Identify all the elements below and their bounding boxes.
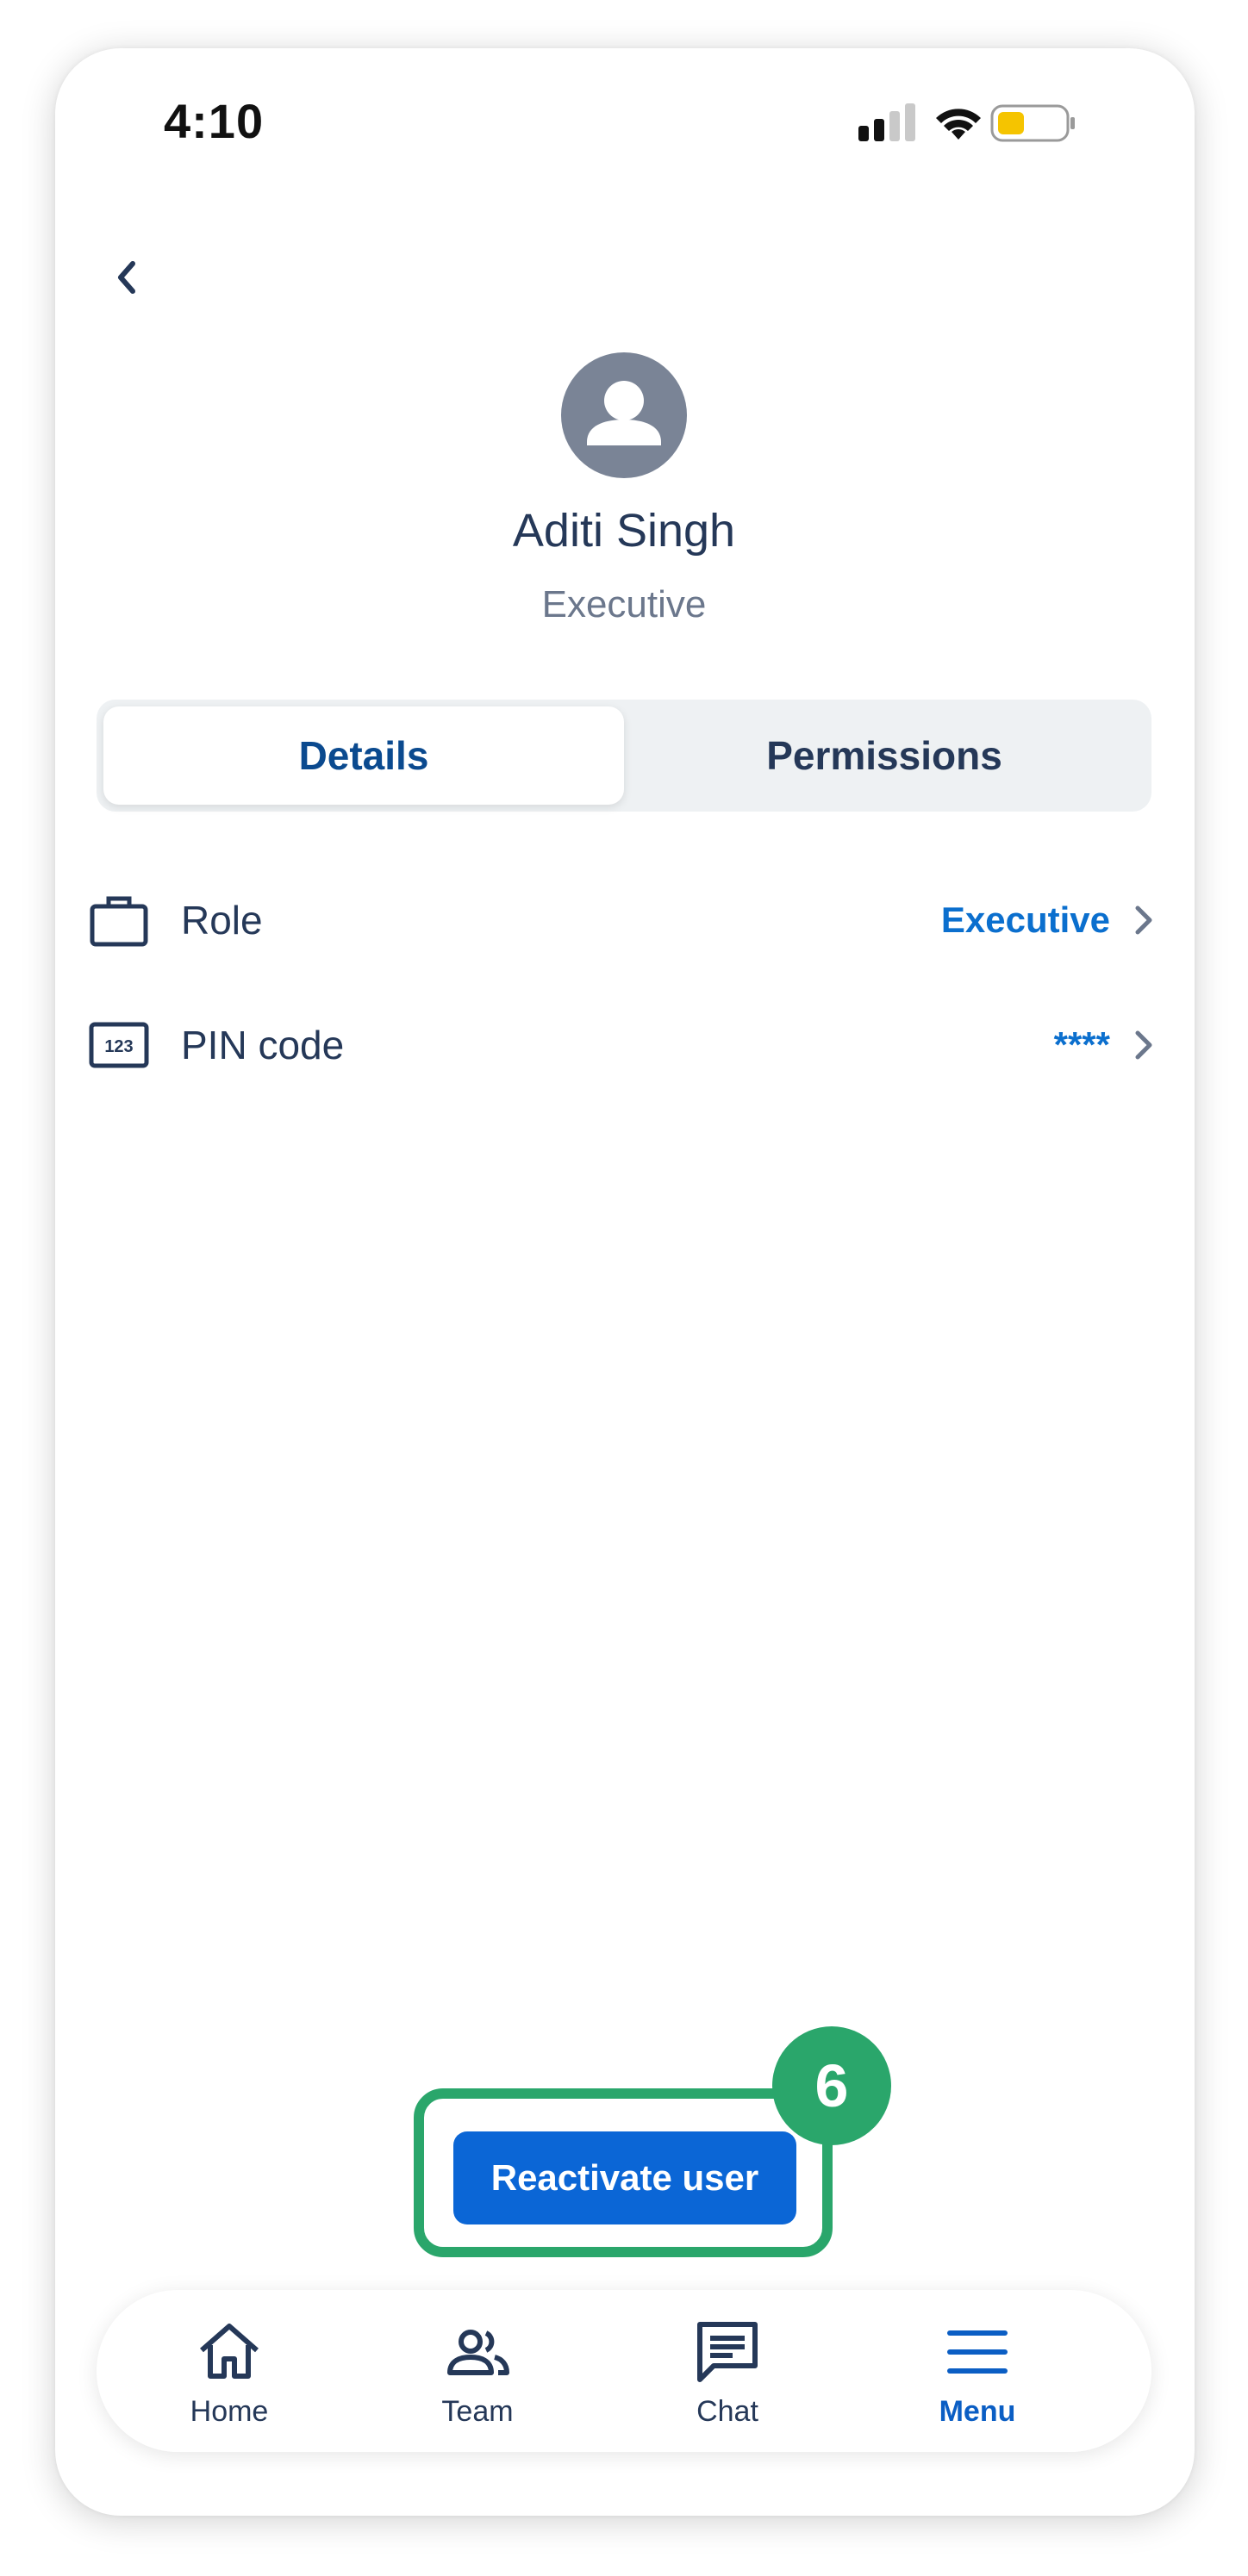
profile-name: Aditi Singh — [512, 505, 736, 557]
segmented-control: Details Permissions — [97, 700, 1151, 812]
avatar — [561, 352, 687, 478]
tab-details[interactable]: Details — [103, 706, 624, 805]
pin-code-label: PIN code — [181, 1023, 345, 1067]
signal-icon — [858, 103, 915, 141]
status-time: 4:10 — [164, 94, 265, 148]
tab-chat-label: Chat — [696, 2395, 758, 2428]
bottom-tab-bar: Home Team Chat Menu — [97, 2290, 1151, 2452]
step-badge: 6 — [772, 2026, 891, 2145]
role-row[interactable]: Role Executive — [86, 873, 1160, 968]
tab-home-label: Home — [190, 2395, 269, 2428]
profile-role: Executive — [541, 583, 707, 625]
chat-icon — [697, 2322, 758, 2382]
svg-text:123: 123 — [104, 1037, 133, 1056]
menu-icon — [947, 2330, 1008, 2374]
tab-permissions[interactable]: Permissions — [624, 706, 1145, 805]
reactivate-user-button[interactable]: Reactivate user — [453, 2131, 796, 2224]
pin-code-row[interactable]: 123 PIN code **** — [86, 998, 1160, 1092]
pin-code-value: **** — [1053, 1024, 1110, 1065]
back-button[interactable] — [102, 252, 153, 303]
team-icon — [447, 2330, 509, 2375]
pin-code-icon: 123 — [89, 1022, 149, 1068]
wifi-icon — [936, 109, 981, 140]
tab-team-label: Team — [441, 2395, 514, 2428]
chevron-right-icon — [1135, 905, 1152, 935]
tab-home[interactable]: Home — [117, 2290, 341, 2452]
tab-menu-label: Menu — [939, 2395, 1016, 2428]
chevron-right-icon — [1135, 1030, 1152, 1060]
briefcase-icon — [90, 896, 148, 947]
status-icons — [858, 103, 1075, 142]
tab-team[interactable]: Team — [365, 2290, 590, 2452]
tab-menu[interactable]: Menu — [865, 2290, 1089, 2452]
home-icon — [200, 2324, 259, 2379]
role-label: Role — [181, 898, 263, 943]
tab-chat[interactable]: Chat — [615, 2290, 839, 2452]
role-value: Executive — [940, 899, 1110, 940]
battery-icon — [990, 104, 1075, 142]
